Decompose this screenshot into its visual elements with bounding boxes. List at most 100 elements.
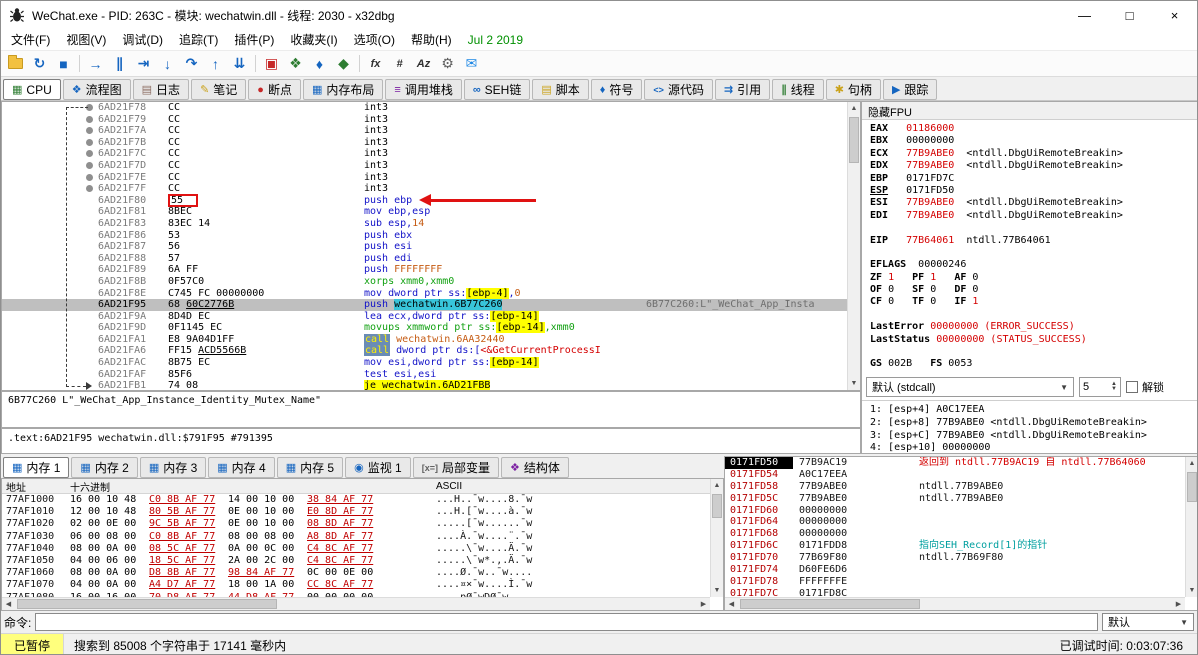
dump-row[interactable]: 77AF1020 02 00 0E 00 9C 5B AF 77 0E 00 10 0… [2,518,710,530]
scroll-thumb[interactable] [740,599,920,609]
register-line[interactable]: EDX 77B9ABE0 <ntdll.DbgUiRemoteBreakin> [870,160,1197,172]
dump-row[interactable]: 77AF1040 08 00 0A 00 08 5C AF 77 0A 00 0C 0… [2,543,710,555]
open-file-icon[interactable] [4,53,27,75]
stack-row[interactable]: 0171FD6C 0171FDD8 指向SEH_Record[1]的指针 [725,540,1185,552]
animate-icon[interactable]: ⇊ [228,53,251,75]
minimize-button[interactable]: — [1062,1,1107,29]
register-line[interactable] [870,309,1197,321]
disasm-row[interactable]: 6AD21F7D CC int3 [2,160,847,172]
scroll-up-icon[interactable]: ▲ [711,479,723,492]
run-to-cursor-icon[interactable]: ⇥ [132,53,155,75]
message-bubble-icon[interactable]: ✉ [460,53,483,75]
disasm-row[interactable]: 6AD21F7A CC int3 [2,125,847,137]
register-line[interactable]: LastError 00000000 (ERROR_SUCCESS) [870,321,1197,333]
scroll-down-icon[interactable]: ▼ [848,377,860,390]
disasm-vscrollbar[interactable]: ▲ ▼ [847,102,860,390]
tab-notes[interactable]: ✎ 笔记 [191,79,247,100]
text-az-icon[interactable]: Az [412,53,435,75]
disasm-row[interactable]: 6AD21F7E CC int3 [2,172,847,184]
argument-line[interactable]: 1: [esp+4] A0C17EEA [870,404,1197,417]
command-input[interactable] [35,613,1098,631]
stack-row[interactable]: 0171FD70 77B69F80 ntdll.77B69F80 [725,552,1185,564]
argument-line[interactable]: 3: [esp+C] 77B9ABE0 <ntdll.DbgUiRemoteBr… [870,430,1197,443]
disasm-row[interactable]: 6AD21F95 68 60C2776B push wechatwin.6B77C2… [2,299,847,311]
register-line[interactable]: ESI 77B9ABE0 <ntdll.DbgUiRemoteBreakin> [870,197,1197,209]
tab-threads[interactable]: ∥ 线程 [772,79,824,100]
argument-line[interactable]: 2: [esp+8] 77B9ABE0 <ntdll.DbgUiRemoteBr… [870,417,1197,430]
stop-icon[interactable]: ■ [52,53,75,75]
disasm-row[interactable]: 6AD21FA6 FF15 ACD5566B call dword ptr ds:[… [2,345,847,357]
disasm-row[interactable]: 6AD21F87 56 push esi [2,241,847,253]
tab-locals[interactable]: [x=] 局部变量 [412,457,500,478]
stack-hscrollbar[interactable]: ◀ ▶ [725,597,1185,610]
menu-item-3[interactable]: 追踪(T) [171,29,226,50]
scroll-left-icon[interactable]: ◀ [2,598,15,610]
dump-row[interactable]: 77AF1000 16 00 10 48 C0 8B AF 77 14 00 10 0… [2,494,710,506]
disasm-row[interactable]: 6AD21F7F CC int3 [2,183,847,195]
register-line[interactable]: EFLAGS 00000246 [870,259,1197,271]
tab-dump-4[interactable]: ▦ 内存 4 [208,457,275,478]
scroll-thumb[interactable] [712,494,722,518]
register-line[interactable]: EBX 00000000 [870,135,1197,147]
tab-dump-2[interactable]: ▦ 内存 2 [71,457,138,478]
tab-cpu[interactable]: ▦ CPU [3,79,61,100]
step-over-icon[interactable]: ↷ [180,53,203,75]
disasm-row[interactable]: 6AD21FAC 8B75 EC mov esi,dword ptr ss:[ebp… [2,357,847,369]
stack-row[interactable]: 0171FD68 00000000 [725,528,1185,540]
scroll-down-icon[interactable]: ▼ [711,584,723,597]
settings-gear-icon[interactable]: ⚙ [436,53,459,75]
maximize-button[interactable]: □ [1107,1,1152,29]
register-line[interactable]: EAX 01186000 [870,123,1197,135]
menu-item-1[interactable]: 视图(V) [58,29,114,50]
restart-icon[interactable]: ↻ [28,53,51,75]
disassembly-panel[interactable]: 6AD21F78 CC int3 6AD21F79 CC int3 6AD21F7A CC in… [1,101,861,391]
scroll-thumb[interactable] [849,117,859,163]
disasm-row[interactable]: 6AD21F7C CC int3 [2,148,847,160]
disasm-row[interactable]: 6AD21F9D 0F1145 EC movups xmmword ptr ss:[… [2,322,847,334]
unlock-checkbox[interactable] [1126,381,1138,393]
plugins-icon[interactable]: ❖ [284,53,307,75]
tab-graph[interactable]: ❖ 流程图 [62,79,131,100]
dump-row[interactable]: 77AF1030 06 00 08 00 C0 8B AF 77 08 00 08 0… [2,531,710,543]
scroll-up-icon[interactable]: ▲ [1186,457,1197,470]
disasm-row[interactable]: 6AD21F83 83EC 14 sub esp,14 [2,218,847,230]
register-line[interactable] [870,222,1197,234]
register-line[interactable]: ESP 0171FD50 [870,185,1197,197]
disasm-row[interactable]: 6AD21FAF 85F6 test esi,esi [2,369,847,381]
arg-count-spinner[interactable]: 5 ▲ ▼ [1079,377,1121,397]
symbols-icon[interactable]: ♦ [308,53,331,75]
tab-references[interactable]: ⇉ 引用 [714,79,771,100]
register-line[interactable]: LastStatus 00000000 (STATUS_SUCCESS) [870,334,1197,346]
stack-row[interactable]: 0171FD78 FFFFFFFE [725,576,1185,588]
stack-row[interactable]: 0171FD58 77B9ABE0 ntdll.77B9ABE0 [725,481,1185,493]
stack-row[interactable]: 0171FD64 00000000 [725,516,1185,528]
tab-script[interactable]: ▤ 脚本 [532,79,589,100]
argument-line[interactable]: 4: [esp+10] 00000000 [870,442,1197,453]
register-line[interactable]: OF 0 SF 0 DF 0 [870,284,1197,296]
stack-row[interactable]: 0171FD5C 77B9ABE0 ntdll.77B9ABE0 [725,493,1185,505]
scroll-right-icon[interactable]: ▶ [697,598,710,610]
scroll-down-icon[interactable]: ▼ [1186,584,1197,597]
tab-dump-5[interactable]: ▦ 内存 5 [276,457,344,478]
menu-item-0[interactable]: 文件(F) [3,29,58,50]
close-button[interactable]: × [1152,1,1197,29]
patch-icon[interactable]: ▣ [260,53,283,75]
disasm-row[interactable]: 6AD21F8E C745 FC 00000000 mov dword ptr ss… [2,287,847,300]
disasm-row[interactable]: 6AD21F89 6A FF push FFFFFFFF [2,264,847,276]
stack-row[interactable]: 0171FD60 00000000 [725,505,1185,517]
scroll-up-icon[interactable]: ▲ [848,102,860,115]
tab-dump-3[interactable]: ▦ 内存 3 [139,457,207,478]
register-line[interactable]: EDI 77B9ABE0 <ntdll.DbgUiRemoteBreakin> [870,210,1197,222]
menu-item-5[interactable]: 收藏夹(I) [282,29,345,50]
register-line[interactable]: EIP 77B64061 ntdll.77B64061 [870,235,1197,247]
shield-icon[interactable]: ◆ [332,53,355,75]
register-line[interactable] [870,247,1197,259]
dump-hscrollbar[interactable]: ◀ ▶ [2,597,710,610]
tab-source[interactable]: <> 源代码 [644,79,713,100]
dump-panel[interactable]: 地址 十六进制 ASCII 77AF1000 16 00 10 48 C0 8B A… [1,478,724,611]
stack-row[interactable]: 0171FD74 D60FE6D6 [725,564,1185,576]
disasm-row[interactable]: 6AD21F9A 8D4D EC lea ecx,dword ptr ss:[ebp… [2,310,847,323]
menu-item-6[interactable]: 选项(O) [346,29,403,50]
dump-row[interactable]: 77AF1060 08 00 0A 00 D8 8B AF 77 98 84 AF 7… [2,567,710,579]
disasm-row[interactable]: 6AD21F8B 0F57C0 xorps xmm0,xmm0 [2,276,847,288]
